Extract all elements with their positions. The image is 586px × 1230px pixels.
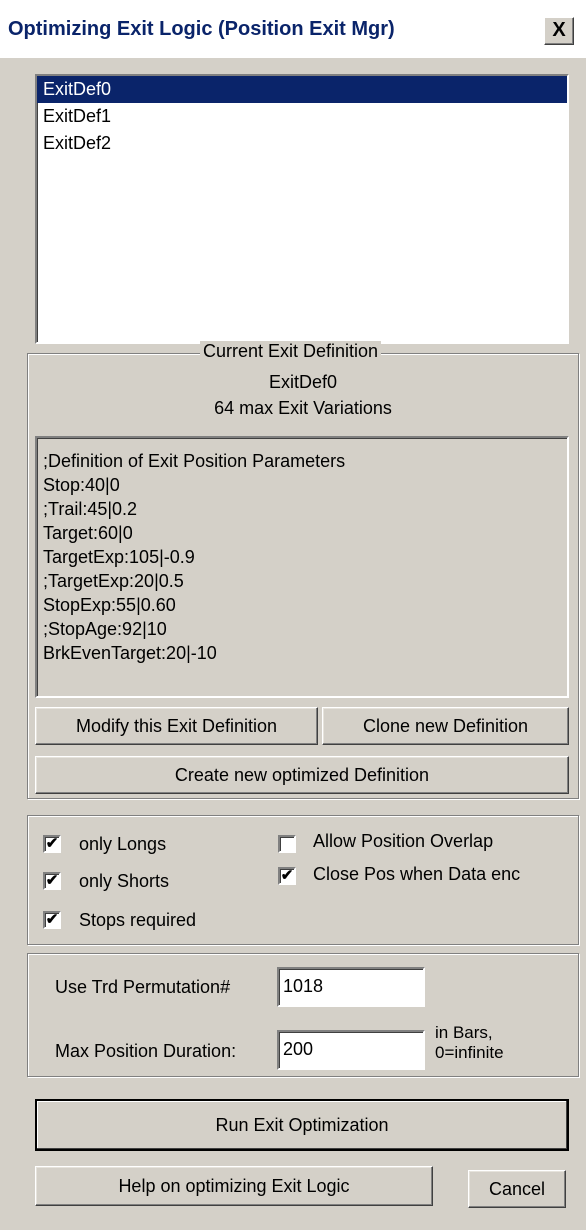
window-title: Optimizing Exit Logic (Position Exit Mgr… [8,18,395,40]
cancel-label: Cancel [488,1179,546,1199]
run-exit-optimization-button[interactable]: Run Exit Optimization [35,1099,569,1151]
definition-text-area[interactable]: ;Definition of Exit Position Parameters … [35,436,569,698]
definition-line: ;StopAge:92|10 [43,619,167,639]
run-exit-optimization-label: Run Exit Optimization [215,1115,389,1135]
permutation-label: Use Trd Permutation# [55,977,231,997]
clone-definition-label: Clone new Definition [362,716,529,736]
definition-line: BrkEvenTarget:20|-10 [43,643,217,663]
stops-required-label: Stops required [79,910,197,930]
help-exit-logic-label: Help on optimizing Exit Logic [118,1176,350,1196]
current-def-variations: 64 max Exit Variations [214,398,392,418]
only-longs-checkbox[interactable]: ✔ [43,835,61,853]
exit-definition-list[interactable]: ExitDef0 ExitDef1 ExitDef2 [35,74,569,344]
create-optimized-definition-label: Create new optimized Definition [174,765,430,785]
definition-line: ;TargetExp:20|0.5 [43,571,184,591]
definition-line: Target:60|0 [43,523,133,543]
modify-definition-label: Modify this Exit Definition [75,716,278,736]
duration-input[interactable]: 200 [277,1030,425,1070]
list-item[interactable]: ExitDef0 [37,76,567,103]
duration-label: Max Position Duration: [55,1041,237,1061]
definition-line: StopExp:55|0.60 [43,595,176,615]
definition-line: ;Definition of Exit Position Parameters [43,451,346,471]
close-pos-label: Close Pos when Data enc [313,864,521,884]
group-label-current-def: Current Exit Definition [200,341,382,362]
duration-unit-line: 0=infinite [435,1043,504,1062]
only-shorts-label: only Shorts [79,871,170,891]
stops-required-checkbox[interactable]: ✔ [43,911,61,929]
definition-line: TargetExp:105|-0.9 [43,547,195,567]
permutation-input[interactable]: 1018 [277,967,425,1007]
list-item[interactable]: ExitDef2 [37,130,567,157]
create-optimized-definition-button[interactable]: Create new optimized Definition [35,756,569,794]
only-longs-label: only Longs [79,834,167,854]
duration-unit-line: in Bars, [435,1023,493,1042]
duration-unit-note: in Bars, 0=infinite [435,1023,504,1063]
allow-overlap-checkbox[interactable] [278,835,296,853]
close-button[interactable]: X [544,17,574,45]
clone-definition-button[interactable]: Clone new Definition [322,707,569,745]
current-def-name: ExitDef0 [268,372,338,392]
help-exit-logic-button[interactable]: Help on optimizing Exit Logic [35,1166,433,1206]
definition-line: Stop:40|0 [43,475,120,495]
definition-line: ;Trail:45|0.2 [43,499,138,519]
list-item[interactable]: ExitDef1 [37,103,567,130]
only-shorts-checkbox[interactable]: ✔ [43,872,61,890]
cancel-button[interactable]: Cancel [468,1170,566,1208]
close-pos-checkbox[interactable]: ✔ [278,867,296,885]
allow-overlap-label: Allow Position Overlap [313,831,494,851]
modify-definition-button[interactable]: Modify this Exit Definition [35,707,318,745]
